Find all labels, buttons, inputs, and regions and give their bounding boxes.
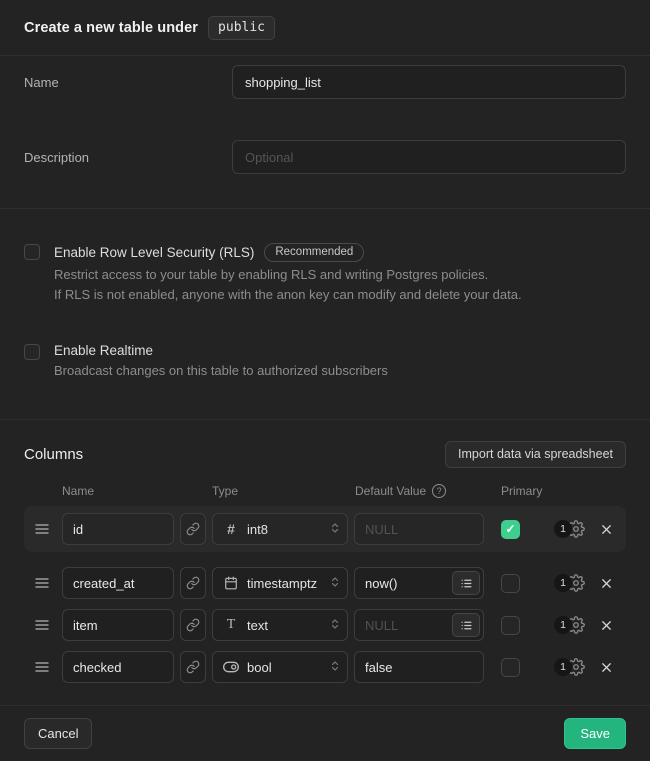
- toggles-section: Enable Row Level Security (RLS) Recommen…: [0, 209, 650, 420]
- column-row: bool ✓ 1: [24, 650, 626, 684]
- type-select[interactable]: bool: [212, 651, 348, 683]
- settings-count-badge: 1: [554, 616, 572, 634]
- default-value-menu-icon[interactable]: [452, 613, 480, 637]
- drag-handle-icon[interactable]: [34, 521, 52, 537]
- settings-count-badge: 1: [554, 520, 572, 538]
- import-spreadsheet-button[interactable]: Import data via spreadsheet: [445, 441, 626, 468]
- chevrons-up-down-icon: [329, 522, 341, 537]
- header-default-value: Default Value: [355, 484, 426, 498]
- calendar-icon: [223, 576, 239, 590]
- remove-column-icon[interactable]: [599, 618, 614, 633]
- dialog-title: Create a new table under: [24, 20, 198, 36]
- settings-count-badge: 1: [554, 574, 572, 592]
- header-name: Name: [62, 484, 212, 498]
- column-name-input[interactable]: [62, 513, 174, 545]
- recommended-badge: Recommended: [264, 243, 364, 262]
- column-headers: Name Type Default Value ? Primary: [24, 484, 626, 498]
- foreign-key-icon[interactable]: [180, 609, 206, 641]
- chevrons-up-down-icon: [329, 660, 341, 675]
- foreign-key-icon[interactable]: [180, 651, 206, 683]
- chevrons-up-down-icon: [329, 576, 341, 591]
- table-description-input[interactable]: [232, 140, 626, 174]
- rls-description-line2: If RLS is not enabled, anyone with the a…: [54, 285, 522, 305]
- remove-column-icon[interactable]: [599, 660, 614, 675]
- header-type: Type: [212, 484, 355, 498]
- rls-description-line1: Restrict access to your table by enablin…: [54, 265, 522, 285]
- primary-checkbox[interactable]: ✓: [501, 520, 520, 539]
- type-select[interactable]: T text: [212, 609, 348, 641]
- settings-count-badge: 1: [554, 658, 572, 676]
- column-row: timestamptz ✓ 1: [24, 566, 626, 600]
- type-select[interactable]: # int8: [212, 513, 348, 545]
- foreign-key-icon[interactable]: [180, 567, 206, 599]
- drag-handle-icon[interactable]: [34, 617, 52, 633]
- column-name-input[interactable]: [62, 567, 174, 599]
- header-primary: Primary: [501, 484, 542, 498]
- rls-label: Enable Row Level Security (RLS): [54, 245, 254, 260]
- remove-column-icon[interactable]: [599, 522, 614, 537]
- column-name-input[interactable]: [62, 651, 174, 683]
- cancel-button[interactable]: Cancel: [24, 718, 92, 749]
- column-row: T text ✓ 1: [24, 608, 626, 642]
- foreign-key-icon[interactable]: [180, 513, 206, 545]
- table-name-input[interactable]: [232, 65, 626, 99]
- type-select[interactable]: timestamptz: [212, 567, 348, 599]
- column-row: # int8 ✓ 1: [24, 506, 626, 552]
- default-value-menu-icon[interactable]: [452, 571, 480, 595]
- rls-checkbox[interactable]: [24, 244, 40, 260]
- schema-badge: public: [208, 16, 275, 40]
- primary-checkbox[interactable]: ✓: [501, 658, 520, 677]
- dialog-header: Create a new table under public: [0, 0, 650, 56]
- remove-column-icon[interactable]: [599, 576, 614, 591]
- column-name-input[interactable]: [62, 609, 174, 641]
- columns-title: Columns: [24, 446, 83, 463]
- chevrons-up-down-icon: [329, 618, 341, 633]
- primary-checkbox[interactable]: ✓: [501, 574, 520, 593]
- drag-handle-icon[interactable]: [34, 575, 52, 591]
- help-icon[interactable]: ?: [432, 484, 446, 498]
- realtime-checkbox[interactable]: [24, 344, 40, 360]
- primary-checkbox[interactable]: ✓: [501, 616, 520, 635]
- drag-handle-icon[interactable]: [34, 659, 52, 675]
- name-label: Name: [24, 65, 232, 90]
- realtime-description: Broadcast changes on this table to autho…: [54, 361, 388, 381]
- dialog-footer: Cancel Save: [0, 705, 650, 761]
- realtime-label: Enable Realtime: [54, 343, 153, 358]
- table-info-section: Name Description: [0, 56, 650, 209]
- toggle-icon: [223, 659, 239, 675]
- columns-section: Columns Import data via spreadsheet Name…: [0, 420, 650, 705]
- default-value-input[interactable]: [354, 651, 484, 683]
- default-value-input: [354, 513, 484, 545]
- realtime-option: Enable Realtime Broadcast changes on thi…: [24, 343, 626, 381]
- description-label: Description: [24, 140, 232, 165]
- text-icon: T: [223, 617, 239, 633]
- save-button[interactable]: Save: [564, 718, 626, 749]
- hash-icon: #: [223, 521, 239, 537]
- rls-option: Enable Row Level Security (RLS) Recommen…: [24, 243, 626, 305]
